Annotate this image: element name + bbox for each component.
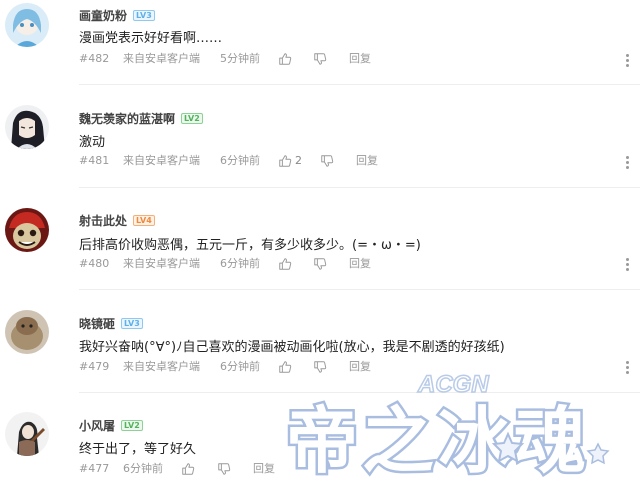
like-count: 2: [295, 154, 302, 167]
timestamp: 5分钟前: [220, 52, 260, 65]
floor-number: #477: [79, 462, 110, 475]
avatar[interactable]: [5, 208, 49, 252]
more-vertical-icon[interactable]: [626, 156, 630, 170]
more-vertical-icon[interactable]: [626, 258, 630, 272]
watermark-top-text: ACGN: [417, 371, 489, 398]
username[interactable]: 射击此处 LV4: [79, 212, 155, 229]
source-label: 来自安卓客户端: [123, 52, 200, 65]
timestamp: 6分钟前: [220, 257, 260, 270]
more-vertical-icon[interactable]: [626, 54, 630, 68]
comment-text: 漫画党表示好好看啊……: [79, 31, 223, 46]
comment-text: 终于出了，等了好久: [79, 442, 197, 457]
divider: [79, 187, 640, 188]
thumbs-down-icon[interactable]: [320, 153, 336, 169]
acgn-watermark-logo: ACGN 帝之冰魂: [280, 366, 632, 484]
username[interactable]: 魏无羡家的蓝湛啊 LV2: [79, 110, 203, 127]
level-badge: LV2: [121, 420, 143, 431]
divider: [79, 289, 640, 290]
username-text[interactable]: 画童奶粉: [79, 9, 127, 23]
thumbs-down-icon[interactable]: [313, 51, 329, 67]
comment-meta: #481 来自安卓客户端 6分钟前 2 回复: [79, 153, 639, 169]
source-label: 来自安卓客户端: [123, 154, 200, 167]
thumbs-up-icon[interactable]: [278, 256, 294, 272]
avatar[interactable]: [5, 3, 49, 47]
username-text[interactable]: 小风屠: [79, 419, 115, 433]
floor-number: #481: [79, 154, 110, 167]
comment-text: 我好兴奋呐(°∀°)ﾉ自己喜欢的漫画被动画化啦(放心，我是不剧透的好孩纸): [79, 340, 505, 355]
reply-button[interactable]: 回复: [349, 51, 371, 67]
username-text[interactable]: 射击此处: [79, 214, 127, 228]
divider: [79, 84, 640, 85]
username-text[interactable]: 魏无羡家的蓝湛啊: [79, 112, 175, 126]
comment-text: 后排高价收购恶偶，五元一斤，有多少收多少。(=・ω・=): [79, 238, 421, 253]
reply-button[interactable]: 回复: [356, 153, 378, 169]
floor-number: #482: [79, 52, 110, 65]
username[interactable]: 画童奶粉 LV3: [79, 7, 155, 24]
reply-button[interactable]: 回复: [253, 461, 275, 477]
comment-meta: #482 来自安卓客户端 5分钟前 回复: [79, 51, 639, 67]
avatar[interactable]: [5, 310, 49, 354]
source-label: 来自安卓客户端: [123, 257, 200, 270]
thumbs-up-icon[interactable]: [181, 461, 197, 477]
thumbs-up-icon[interactable]: [278, 153, 294, 169]
thumbs-down-icon[interactable]: [313, 256, 329, 272]
avatar[interactable]: [5, 412, 49, 456]
level-badge: LV3: [133, 10, 155, 21]
timestamp: 6分钟前: [220, 154, 260, 167]
level-badge: LV3: [121, 318, 143, 329]
username-text[interactable]: 晓镜砸: [79, 317, 115, 331]
comment-text: 激动: [79, 135, 106, 150]
watermark-main-text: 帝之冰魂: [286, 399, 590, 483]
level-badge: LV2: [181, 113, 203, 124]
username[interactable]: 晓镜砸 LV3: [79, 315, 143, 332]
timestamp: 6分钟前: [123, 462, 163, 475]
timestamp: 6分钟前: [220, 360, 260, 373]
avatar[interactable]: [5, 105, 49, 149]
thumbs-down-icon[interactable]: [217, 461, 233, 477]
level-badge: LV4: [133, 215, 155, 226]
floor-number: #480: [79, 257, 110, 270]
thumbs-up-icon[interactable]: [278, 51, 294, 67]
floor-number: #479: [79, 360, 110, 373]
username[interactable]: 小风屠 LV2: [79, 417, 143, 434]
comment-meta: #480 来自安卓客户端 6分钟前 回复: [79, 256, 639, 272]
reply-button[interactable]: 回复: [349, 256, 371, 272]
source-label: 来自安卓客户端: [123, 360, 200, 373]
